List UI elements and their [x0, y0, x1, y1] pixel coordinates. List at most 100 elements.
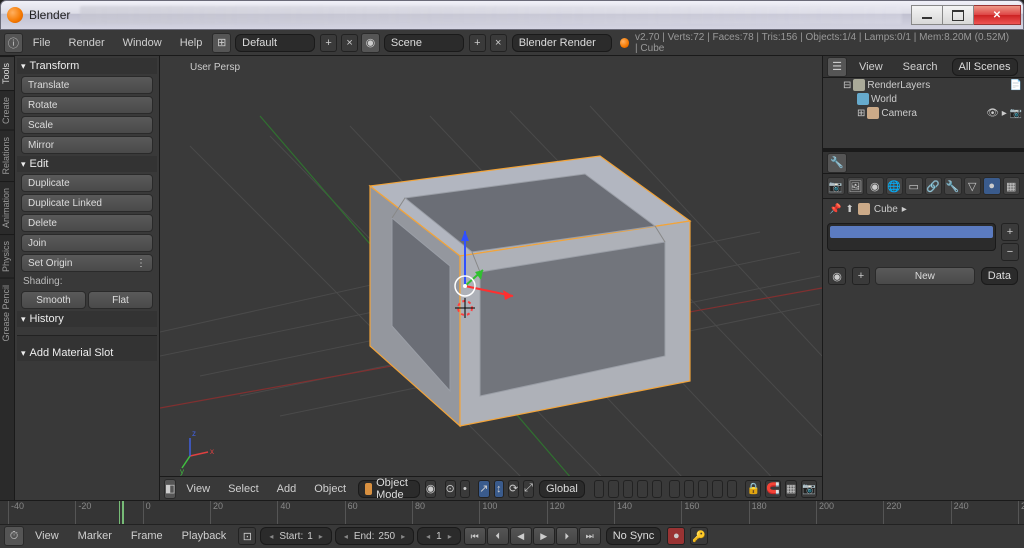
layer-button-9[interactable]	[712, 480, 722, 498]
edit-header[interactable]: Edit	[17, 156, 157, 172]
tl-menu-playback[interactable]: Playback	[174, 530, 235, 542]
layout-add-button[interactable]: +	[320, 34, 337, 52]
timeline-editor-icon[interactable]: ⏱	[4, 526, 24, 546]
editor-type-icon[interactable]: ⓘ	[4, 33, 23, 53]
jump-end-button[interactable]: ⏭	[579, 527, 601, 545]
outliner-view[interactable]: View	[851, 61, 891, 73]
delete-button[interactable]: Delete	[21, 214, 153, 232]
menu-render[interactable]: Render	[61, 37, 113, 49]
view3d-menu-add[interactable]: Add	[269, 483, 305, 495]
operator-header[interactable]: Add Material Slot	[17, 345, 157, 361]
scene-remove-button[interactable]: ×	[490, 34, 507, 52]
keyframe-prev-button[interactable]: ⏴	[487, 527, 509, 545]
manipulator-scale[interactable]: ⤢	[523, 480, 534, 498]
duplicate-linked-button[interactable]: Duplicate Linked	[21, 194, 153, 212]
screen-layout-icon[interactable]: ⊞	[212, 33, 231, 53]
tab-animation[interactable]: Animation	[0, 181, 14, 234]
lock-camera-button[interactable]: 🔒	[745, 480, 761, 498]
menu-help[interactable]: Help	[172, 37, 211, 49]
tab-relations[interactable]: Relations	[0, 130, 14, 181]
snap-toggle[interactable]: 🧲	[765, 480, 781, 498]
layout-dropdown[interactable]: Default	[235, 34, 315, 52]
end-frame-field[interactable]: End:250	[335, 527, 414, 545]
tl-menu-marker[interactable]: Marker	[70, 530, 120, 542]
manipulator-translate[interactable]: ↕	[494, 480, 504, 498]
render-preview-button[interactable]: 📷	[801, 480, 817, 498]
layer-button-8[interactable]	[698, 480, 708, 498]
prop-modifiers-icon[interactable]: 🔧	[944, 177, 962, 195]
layer-button-6[interactable]	[669, 480, 679, 498]
prop-material-icon[interactable]: ●	[983, 177, 1001, 195]
play-reverse-button[interactable]: ◀	[510, 527, 532, 545]
pin-icon[interactable]: 📌	[829, 204, 841, 215]
tl-menu-frame[interactable]: Frame	[123, 530, 171, 542]
material-add-button[interactable]: +	[1001, 223, 1019, 241]
close-button[interactable]	[973, 5, 1021, 25]
viewport-shading-solid[interactable]: ◉	[425, 480, 437, 498]
tab-tools[interactable]: Tools	[0, 56, 14, 90]
material-new-button[interactable]: New	[875, 267, 975, 285]
autokey-button[interactable]: ●	[667, 527, 685, 545]
preview-range-button[interactable]: ⊡	[238, 527, 256, 545]
outliner-search[interactable]: Search	[895, 61, 946, 73]
scale-button[interactable]: Scale	[21, 116, 153, 134]
manipulator-toggle[interactable]: ↗	[478, 480, 489, 498]
layer-button-10[interactable]	[727, 480, 737, 498]
prop-constraints-icon[interactable]: 🔗	[925, 177, 943, 195]
3d-viewport[interactable]: User Persp	[160, 56, 822, 500]
material-remove-button[interactable]: −	[1001, 243, 1019, 261]
layer-button-2[interactable]	[608, 480, 618, 498]
view3d-editor-icon[interactable]: ◧	[164, 479, 176, 499]
layer-button-7[interactable]	[684, 480, 694, 498]
render-engine-dropdown[interactable]: Blender Render	[512, 34, 612, 52]
view3d-menu-object[interactable]: Object	[306, 483, 354, 495]
timeline-ruler[interactable]: -40-200204060801001201401601802002202402…	[0, 501, 1024, 525]
mode-dropdown[interactable]: Object Mode	[358, 480, 420, 498]
tab-create[interactable]: Create	[0, 90, 14, 130]
layout-remove-button[interactable]: ×	[341, 34, 358, 52]
view3d-menu-select[interactable]: Select	[220, 483, 267, 495]
tab-physics[interactable]: Physics	[0, 234, 14, 278]
layer-button-3[interactable]	[623, 480, 633, 498]
properties-editor-icon[interactable]: 🔧	[827, 153, 847, 173]
tree-renderlayers[interactable]: ⊟RenderLayers📄	[823, 78, 1024, 92]
history-header[interactable]: History	[17, 311, 157, 327]
material-new-icon[interactable]: +	[852, 267, 870, 285]
outliner-filter-dropdown[interactable]: All Scenes	[952, 58, 1018, 76]
scene-dropdown[interactable]: Scene	[384, 34, 464, 52]
manipulator-rotate[interactable]: ⟳	[508, 480, 519, 498]
maximize-button[interactable]	[942, 5, 974, 25]
mirror-button[interactable]: Mirror	[21, 136, 153, 154]
pivot-button[interactable]: ⊙	[445, 480, 456, 498]
orientation-dropdown[interactable]: Global	[539, 480, 585, 498]
duplicate-button[interactable]: Duplicate	[21, 174, 153, 192]
outliner-editor-icon[interactable]: ☰	[827, 57, 847, 77]
menu-window[interactable]: Window	[115, 37, 170, 49]
layer-button-4[interactable]	[637, 480, 647, 498]
layer-button-5[interactable]	[652, 480, 662, 498]
prop-renderlayers-icon[interactable]: 🖼	[847, 177, 865, 195]
flat-button[interactable]: Flat	[88, 291, 153, 309]
transform-header[interactable]: Transform	[17, 58, 157, 74]
material-data-dropdown[interactable]: Data	[981, 267, 1018, 285]
minimize-button[interactable]	[911, 5, 943, 25]
rotate-button[interactable]: Rotate	[21, 96, 153, 114]
snap-type-button[interactable]: ▦	[785, 480, 797, 498]
sync-dropdown[interactable]: No Sync	[606, 527, 662, 545]
current-frame-indicator[interactable]	[122, 501, 124, 524]
pivot-align-button[interactable]: •	[460, 480, 470, 498]
view3d-menu-view[interactable]: View	[178, 483, 218, 495]
keyframe-next-button[interactable]: ⏵	[556, 527, 578, 545]
start-frame-field[interactable]: Start:1	[260, 527, 332, 545]
prop-scene-icon[interactable]: ◉	[866, 177, 884, 195]
material-browse-button[interactable]: ◉	[828, 267, 846, 285]
smooth-button[interactable]: Smooth	[21, 291, 86, 309]
layer-button-1[interactable]	[594, 480, 604, 498]
tree-world[interactable]: World	[823, 92, 1024, 106]
prop-world-icon[interactable]: 🌐	[886, 177, 904, 195]
jump-start-button[interactable]: ⏮	[464, 527, 486, 545]
translate-button[interactable]: Translate	[21, 76, 153, 94]
prop-object-icon[interactable]: ▭	[905, 177, 923, 195]
set-origin-button[interactable]: Set Origin⋮	[21, 254, 153, 272]
scene-icon[interactable]: ◉	[361, 33, 380, 53]
